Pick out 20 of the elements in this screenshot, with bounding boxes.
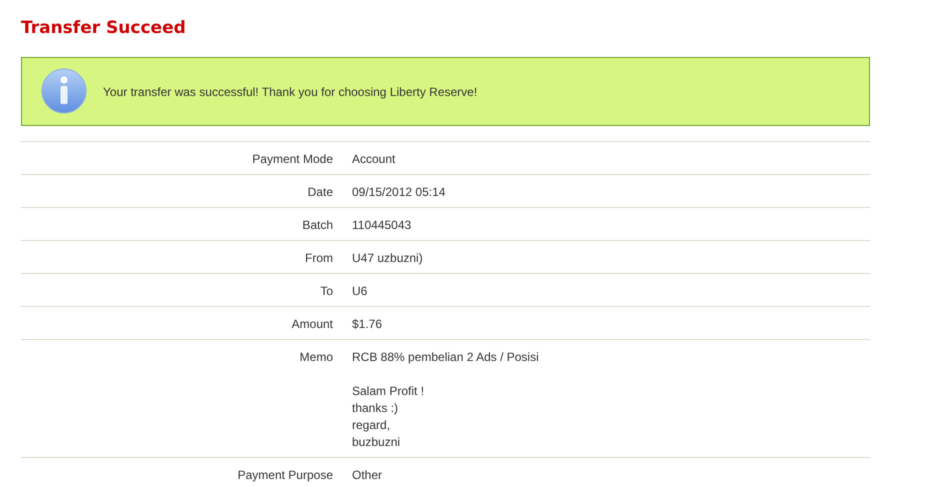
field-value: RCB 88% pembelian 2 Ads / Posisi <box>352 349 539 366</box>
field-value: Other <box>352 467 382 484</box>
field-label: Memo <box>300 350 333 364</box>
field-value: U6 <box>352 283 368 300</box>
field-value: Salam Profit ! thanks :) regard, buzbuzni <box>352 383 424 451</box>
field-value: U47 uzbuzni) <box>352 250 423 267</box>
field-value: Account <box>352 151 396 168</box>
success-message: Your transfer was successful! Thank you for choosing Liberty Reserve! <box>103 84 478 100</box>
field-value: 110445043 <box>352 217 412 234</box>
field-label: Date <box>308 185 333 199</box>
field-label: To <box>320 284 333 298</box>
field-label: Batch <box>302 218 333 232</box>
field-value: 09/15/2012 05:14 <box>352 184 446 201</box>
field-label: From <box>305 251 333 265</box>
field-value: $1.76 <box>352 316 382 333</box>
info-icon <box>40 68 88 116</box>
field-label: Amount <box>292 317 333 331</box>
field-label: Payment Mode <box>252 152 333 166</box>
field-label: Payment Purpose <box>238 468 333 482</box>
page-title: Transfer Succeed <box>21 17 186 40</box>
